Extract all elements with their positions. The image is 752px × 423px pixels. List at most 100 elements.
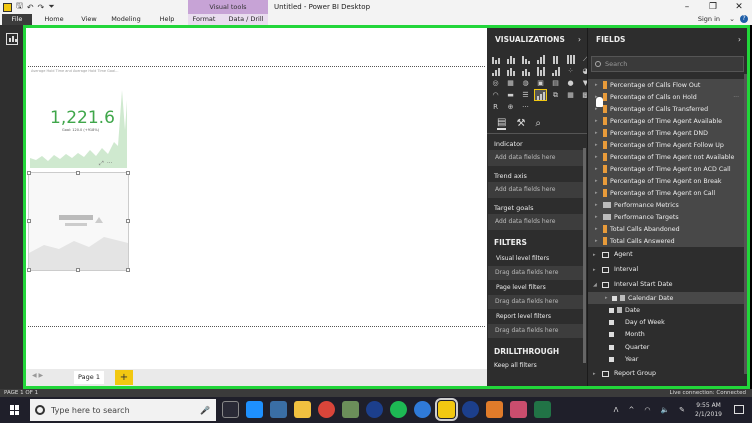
help-icon[interactable]: ? bbox=[740, 15, 748, 23]
globe-icon[interactable]: ● bbox=[565, 78, 576, 88]
field-item[interactable]: ▸ Percentage of Time Agent on ACD Call bbox=[588, 163, 747, 175]
resize-handle[interactable] bbox=[27, 268, 31, 272]
clustered-column-chart-icon[interactable] bbox=[535, 54, 546, 64]
field-item[interactable]: ▸ Percentage of Calls Transferred bbox=[588, 103, 747, 115]
filled-map-icon[interactable]: ▣ bbox=[535, 78, 546, 88]
people-icon[interactable]: ᐱ bbox=[614, 406, 619, 414]
field-item[interactable]: ▸ Percentage of Time Agent not Available bbox=[588, 151, 747, 163]
multi-row-card-icon[interactable]: ☰ bbox=[520, 90, 531, 100]
resize-handle[interactable] bbox=[126, 171, 130, 175]
page-scroll-arrows[interactable]: ◀ ▶ bbox=[32, 372, 43, 379]
donut-chart-icon[interactable]: ◎ bbox=[490, 78, 501, 88]
gauge-icon[interactable]: ◠ bbox=[490, 90, 501, 100]
field-item[interactable]: ▸ Percentage of Time Agent on Break bbox=[588, 175, 747, 187]
globe-visual-icon[interactable]: ⊕ bbox=[505, 102, 516, 112]
app-icon[interactable] bbox=[486, 401, 503, 418]
more-visuals-icon[interactable]: ··· bbox=[520, 102, 531, 112]
sign-in-link[interactable]: Sign in bbox=[698, 14, 720, 25]
show-hidden-icons-icon[interactable]: ^ bbox=[628, 406, 634, 414]
page-tab[interactable]: Page 1 bbox=[74, 371, 104, 384]
add-page-button[interactable]: + bbox=[115, 370, 133, 385]
field-item[interactable]: Date bbox=[588, 304, 747, 316]
collapse-fields-icon[interactable]: › bbox=[738, 28, 741, 52]
table-item[interactable]: ▸ Agent bbox=[588, 247, 747, 262]
field-item[interactable]: Month bbox=[588, 329, 747, 342]
taskbar-search-box[interactable]: Type here to search 🎤 bbox=[30, 399, 216, 421]
report-level-filters-drop-zone[interactable]: Drag data fields here bbox=[488, 324, 583, 338]
more-options-icon[interactable]: ··· bbox=[733, 94, 739, 101]
fields-search-input[interactable]: Search bbox=[591, 56, 744, 72]
checkbox[interactable] bbox=[609, 344, 614, 350]
line-and-column-chart-icon[interactable] bbox=[520, 66, 531, 76]
redo-icon[interactable]: ↷ bbox=[38, 3, 45, 12]
field-item[interactable]: ▸ Total Calls Answered bbox=[588, 235, 747, 247]
minimize-button[interactable]: – bbox=[674, 0, 700, 14]
firefox-icon[interactable] bbox=[462, 401, 479, 418]
tab-format[interactable]: Format bbox=[190, 14, 218, 25]
field-item[interactable]: Year bbox=[588, 354, 747, 367]
trend-axis-drop-zone[interactable]: Add data fields here bbox=[488, 182, 583, 198]
focus-mode-icon[interactable]: ⤢ bbox=[99, 160, 104, 168]
100-percent-column-chart-icon[interactable] bbox=[565, 54, 576, 64]
resize-handle[interactable] bbox=[126, 268, 130, 272]
tab-modeling[interactable]: Modeling bbox=[108, 14, 144, 25]
customize-toolbar-icon[interactable]: ⏷ bbox=[48, 2, 54, 12]
resize-handle[interactable] bbox=[76, 268, 80, 272]
stacked-column-chart-icon[interactable] bbox=[505, 54, 516, 64]
field-item[interactable]: ▸ Total Calls Abandoned bbox=[588, 223, 747, 235]
table-icon[interactable]: ▦ bbox=[565, 90, 576, 100]
clustered-bar-chart-icon[interactable] bbox=[520, 54, 531, 64]
visualizations-scrollbar[interactable] bbox=[583, 148, 586, 363]
stacked-area-chart-icon[interactable] bbox=[505, 66, 516, 76]
table-item[interactable]: ▸ Report Group bbox=[588, 366, 747, 381]
area-chart-icon[interactable] bbox=[490, 66, 501, 76]
resize-handle[interactable] bbox=[27, 219, 31, 223]
pen-icon[interactable]: ✎ bbox=[679, 406, 685, 414]
hierarchy-item[interactable]: ▸ Calendar Date bbox=[588, 292, 747, 304]
tab-file[interactable]: File bbox=[2, 14, 32, 25]
app-icon[interactable] bbox=[342, 401, 359, 418]
resize-handle[interactable] bbox=[126, 219, 130, 223]
wifi-icon[interactable]: ◠ bbox=[644, 406, 650, 414]
edge-icon[interactable] bbox=[246, 401, 263, 418]
system-clock[interactable]: 9:55 AM 2/1/2019 bbox=[695, 401, 722, 419]
mail-icon[interactable] bbox=[270, 401, 287, 418]
resize-handle[interactable] bbox=[76, 171, 80, 175]
report-canvas[interactable]: Average Hold Time and Average Hold Time … bbox=[26, 28, 487, 386]
field-item[interactable]: ▸ Percentage of Time Agent on Call bbox=[588, 187, 747, 199]
visual-level-filters-drop-zone[interactable]: Drag data fields here bbox=[488, 266, 583, 280]
format-paint-roller-icon[interactable]: ⚒ bbox=[516, 118, 525, 129]
keep-all-filters-toggle[interactable]: Keep all filters bbox=[487, 359, 587, 369]
checkbox[interactable] bbox=[612, 295, 617, 301]
selected-empty-visual[interactable] bbox=[27, 171, 130, 272]
slicer-icon[interactable]: ⧉ bbox=[550, 90, 561, 100]
browser-icon[interactable] bbox=[414, 401, 431, 418]
scatter-chart-icon[interactable]: ⁘ bbox=[565, 66, 576, 76]
microphone-icon[interactable]: 🎤 bbox=[200, 406, 210, 415]
tab-view[interactable]: View bbox=[76, 14, 102, 25]
ribbon-chart-icon[interactable] bbox=[535, 66, 546, 76]
checkbox[interactable] bbox=[609, 332, 614, 338]
100-percent-bar-chart-icon[interactable] bbox=[550, 54, 561, 64]
action-center-icon[interactable] bbox=[734, 405, 744, 414]
map-icon[interactable]: ◍ bbox=[520, 78, 531, 88]
field-item[interactable]: ▸Percentage of Calls on Hold··· bbox=[588, 91, 747, 103]
checkbox[interactable] bbox=[609, 357, 614, 363]
fields-well-icon[interactable]: ▤ bbox=[497, 117, 507, 130]
fields-scrollbar[interactable] bbox=[744, 74, 747, 374]
r-script-visual-icon[interactable]: R bbox=[490, 102, 501, 112]
start-button[interactable] bbox=[10, 405, 20, 415]
kpi-icon[interactable] bbox=[534, 89, 547, 101]
chevron-down-icon[interactable]: ⌄ bbox=[729, 15, 735, 23]
field-item[interactable]: ▸ Percentage of Time Agent DND bbox=[588, 127, 747, 139]
field-item[interactable]: ▸ Percentage of Time Agent Available bbox=[588, 115, 747, 127]
chrome-icon[interactable] bbox=[318, 401, 335, 418]
app-icon[interactable] bbox=[510, 401, 527, 418]
checkbox[interactable] bbox=[609, 319, 614, 325]
waterfall-chart-icon[interactable] bbox=[550, 66, 561, 76]
treemap-icon[interactable]: ▦ bbox=[505, 78, 516, 88]
tab-help[interactable]: Help bbox=[155, 14, 179, 25]
excel-icon[interactable] bbox=[534, 401, 551, 418]
target-goals-drop-zone[interactable]: Add data fields here bbox=[488, 214, 583, 230]
page-level-filters-drop-zone[interactable]: Drag data fields here bbox=[488, 295, 583, 309]
